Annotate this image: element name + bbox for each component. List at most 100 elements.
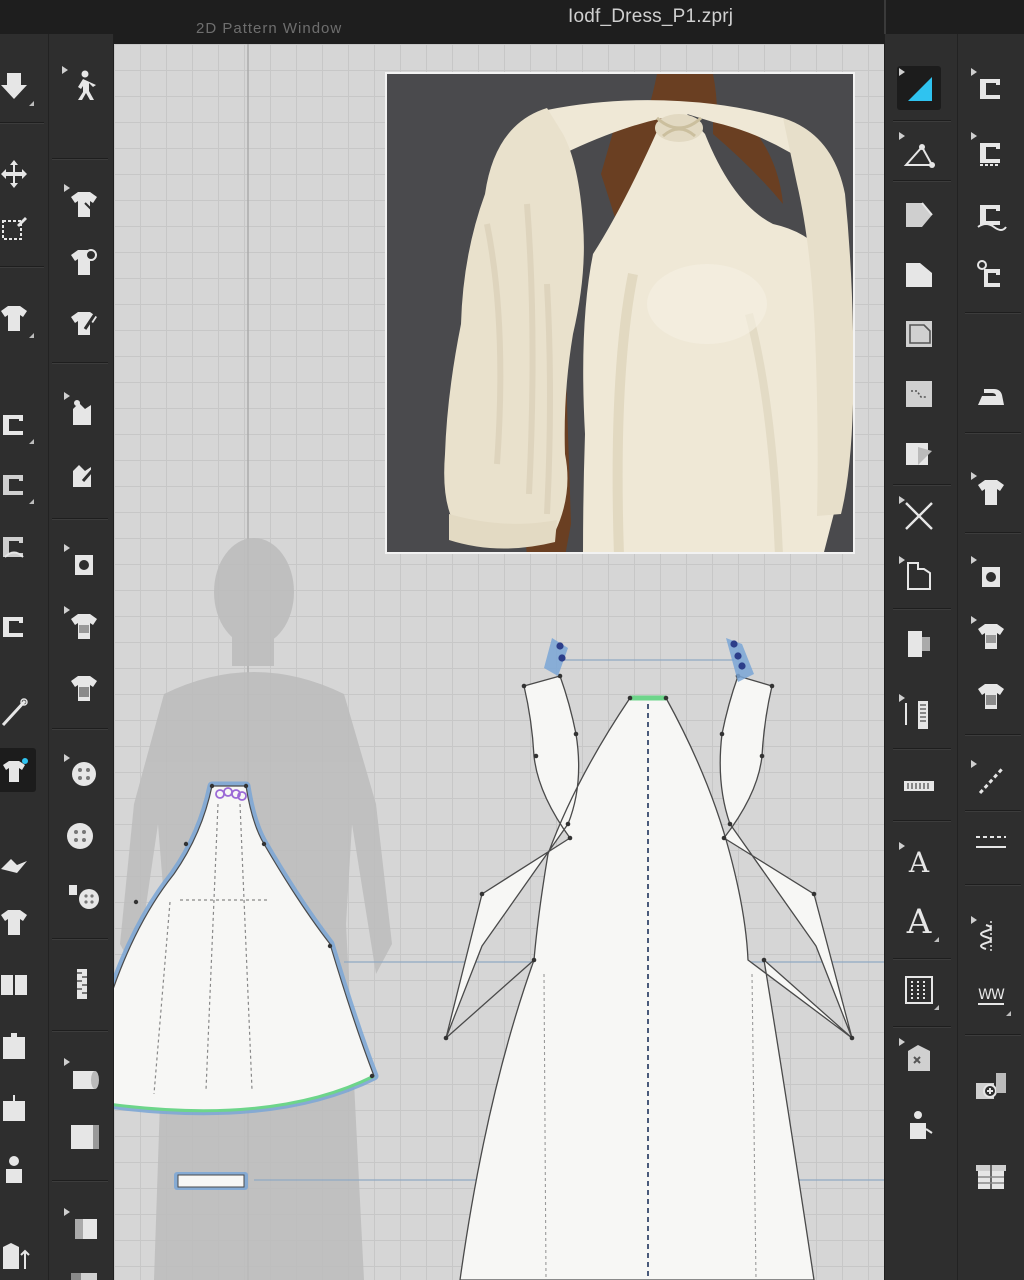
button-icon[interactable] bbox=[62, 874, 106, 918]
fabric-roll-icon[interactable] bbox=[62, 1056, 106, 1100]
trace-icon[interactable] bbox=[897, 622, 941, 666]
shirt-pencil-icon[interactable] bbox=[62, 300, 106, 344]
sewing-machine-icon[interactable] bbox=[0, 462, 36, 506]
toolbar-divider bbox=[52, 362, 108, 364]
shirt-select-icon[interactable] bbox=[0, 900, 36, 944]
button-icon[interactable] bbox=[58, 814, 102, 858]
toolbar-divider bbox=[965, 734, 1021, 736]
front-pattern-piece[interactable] bbox=[443, 638, 855, 1280]
sewing-machine-icon[interactable] bbox=[0, 402, 36, 446]
fabric-roll-icon[interactable] bbox=[62, 1206, 106, 1250]
toolbar-divider bbox=[52, 728, 108, 730]
avatar-icon[interactable] bbox=[0, 1148, 36, 1192]
sewing-machine-icon[interactable] bbox=[0, 524, 36, 568]
shirt-select-icon[interactable] bbox=[969, 674, 1013, 718]
toolbar-divider bbox=[965, 1034, 1021, 1036]
toolbar-divider bbox=[893, 608, 951, 610]
toolbar-column-divider bbox=[957, 34, 958, 1280]
shirt-select-icon[interactable] bbox=[969, 614, 1013, 658]
shirt-pin-icon[interactable] bbox=[62, 390, 106, 434]
toolbar-divider bbox=[965, 810, 1021, 812]
strap-pattern-piece[interactable] bbox=[174, 1172, 248, 1190]
pleat-icon[interactable] bbox=[897, 692, 941, 736]
toolbar-divider bbox=[893, 748, 951, 750]
shirt-select-icon[interactable] bbox=[62, 604, 106, 648]
toolbar-column-divider bbox=[48, 34, 49, 1280]
shirt-select-icon[interactable] bbox=[0, 1024, 36, 1068]
shirt-gear-icon[interactable] bbox=[62, 240, 106, 284]
sew-segment-icon[interactable] bbox=[897, 130, 941, 174]
fabric-roll-icon[interactable] bbox=[62, 1264, 106, 1280]
toolbar-divider bbox=[965, 432, 1021, 434]
toolbar-divider bbox=[52, 1030, 108, 1032]
free-sew-icon[interactable] bbox=[969, 192, 1013, 236]
toolbar-divider bbox=[893, 820, 951, 822]
rectangle-icon[interactable] bbox=[897, 312, 941, 356]
sleeve-icon[interactable] bbox=[897, 554, 941, 598]
shirt-select-icon[interactable] bbox=[0, 1086, 36, 1130]
triangle-select-icon[interactable] bbox=[897, 66, 941, 110]
grading-icon[interactable] bbox=[897, 968, 941, 1012]
toolbar-divider bbox=[0, 266, 44, 268]
zipper-icon[interactable] bbox=[60, 962, 104, 1006]
pattern-canvas[interactable] bbox=[114, 44, 884, 1280]
edit-pattern-icon[interactable] bbox=[897, 192, 941, 236]
shirt-pin-icon[interactable] bbox=[0, 748, 36, 792]
polygon-icon[interactable] bbox=[897, 252, 941, 296]
shirt-select-icon[interactable] bbox=[0, 962, 36, 1006]
right-toolbar: A A WW bbox=[884, 34, 1024, 1280]
shirt-select-icon[interactable] bbox=[62, 666, 106, 710]
edit-box-icon[interactable] bbox=[0, 206, 36, 250]
gift-box-icon[interactable] bbox=[969, 1152, 1013, 1196]
title-bar: 2D Pattern Window Iodf_Dress_P1.zprj bbox=[0, 0, 1024, 44]
shirt-select-icon[interactable] bbox=[0, 296, 36, 340]
text-a-icon[interactable]: A bbox=[897, 840, 941, 884]
3d-preview-window[interactable] bbox=[385, 72, 855, 554]
app-window: 2D Pattern Window Iodf_Dress_P1.zprj A A… bbox=[0, 0, 1024, 1280]
avatar-icon[interactable] bbox=[0, 1234, 36, 1278]
needle-icon[interactable] bbox=[0, 690, 36, 734]
toolbar-divider bbox=[52, 518, 108, 520]
pattern-window-label: 2D Pattern Window bbox=[196, 20, 343, 37]
move-cross-icon[interactable] bbox=[0, 152, 36, 196]
iron-icon[interactable] bbox=[969, 374, 1013, 418]
topstitch-icon[interactable] bbox=[969, 914, 1013, 958]
elastic-glyph: WW bbox=[978, 987, 1005, 1005]
neck-knot bbox=[655, 114, 703, 142]
shirt-gear-icon[interactable] bbox=[62, 542, 106, 586]
line-sew-icon[interactable] bbox=[969, 758, 1013, 802]
toolbar-divider bbox=[0, 122, 44, 124]
toolbar-divider bbox=[893, 1026, 951, 1028]
internal-polygon-icon[interactable] bbox=[897, 372, 941, 416]
shirt-gear-icon[interactable] bbox=[969, 554, 1013, 598]
elastic-icon[interactable]: WW bbox=[969, 974, 1013, 1018]
toolbar-divider bbox=[52, 938, 108, 940]
stitch-icon[interactable] bbox=[969, 820, 1013, 864]
puckering-icon[interactable] bbox=[897, 1036, 941, 1080]
text-edit-icon[interactable]: A bbox=[897, 900, 941, 944]
button-icon[interactable] bbox=[62, 752, 106, 796]
scissors-line-icon[interactable] bbox=[897, 494, 941, 538]
sewing-machine-icon[interactable] bbox=[969, 66, 1013, 110]
file-title: Iodf_Dress_P1.zprj bbox=[568, 6, 734, 27]
shirt-pencil-icon[interactable] bbox=[62, 452, 106, 496]
fold-arrow-icon[interactable] bbox=[0, 840, 36, 884]
toolbar-divider bbox=[52, 158, 108, 160]
shirt-select-icon[interactable] bbox=[62, 182, 106, 226]
arrow-down-icon[interactable] bbox=[0, 64, 36, 108]
fabric-roll-icon[interactable] bbox=[62, 1114, 106, 1158]
tack-icon[interactable] bbox=[969, 252, 1013, 296]
toolbar-divider bbox=[893, 180, 951, 182]
toolbar-divider bbox=[965, 312, 1021, 314]
figure-icon[interactable] bbox=[897, 1104, 941, 1148]
dart-icon[interactable] bbox=[897, 762, 941, 806]
walking-avatar-icon[interactable] bbox=[60, 64, 104, 108]
add-trim-icon[interactable] bbox=[969, 1064, 1013, 1108]
left-toolbar bbox=[0, 34, 114, 1280]
texture-shirt-icon[interactable] bbox=[897, 432, 941, 476]
sewing-machine-icon[interactable] bbox=[969, 130, 1013, 174]
text-glyph: A bbox=[906, 902, 932, 942]
shirt-select-icon[interactable] bbox=[969, 470, 1013, 514]
toolbar-divider bbox=[893, 958, 951, 960]
sewing-machine-icon[interactable] bbox=[0, 604, 36, 648]
